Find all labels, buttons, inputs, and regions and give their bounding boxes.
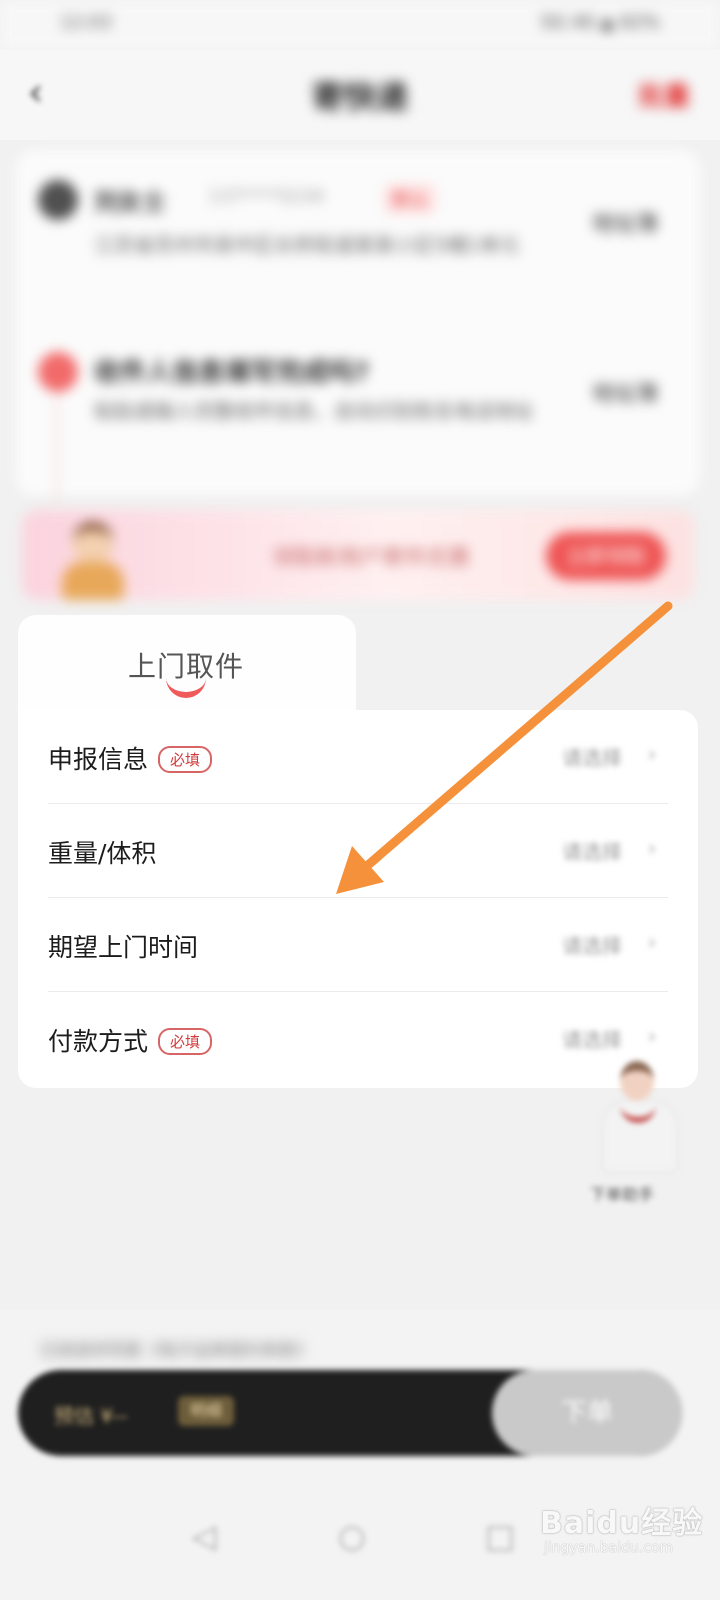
banner-button[interactable]: 立即领取 bbox=[546, 532, 666, 580]
status-icons: 5G 40 ▲ 62% bbox=[540, 12, 660, 33]
address-card: 刘女士 137****5234 默认 江苏省苏州市吴中区长桥街道某某小区5幢1单… bbox=[16, 150, 700, 500]
watermark-logo: Baidu经验 bbox=[540, 1506, 704, 1541]
status-time: 12:03 bbox=[60, 12, 112, 33]
chevron-right-icon: › bbox=[648, 1024, 656, 1048]
promo-banner[interactable]: 领取新用户寄件优惠 立即领取 bbox=[22, 510, 694, 600]
app-header: ‹ 寄快递 批量 bbox=[0, 50, 720, 140]
sender-name: 刘女士 bbox=[94, 188, 166, 216]
price-detail-button[interactable]: 明细 bbox=[178, 1396, 234, 1426]
sender-address-book-button[interactable]: 地址簿 bbox=[592, 206, 658, 238]
baidu-watermark: Baidu经验 jingyan.baidu.com bbox=[540, 1494, 710, 1574]
banner-text: 领取新用户寄件优惠 bbox=[272, 546, 471, 571]
receiver-row[interactable]: 收件人信息填写完成吗? 粘贴或输入完整收件信息，自动识别姓名电话地址 地址簿 bbox=[38, 346, 678, 466]
form-row-value: 请选择 bbox=[562, 934, 622, 958]
form-row-value: 请选择 bbox=[562, 1028, 622, 1052]
nav-back-icon[interactable]: ◁ bbox=[184, 1516, 224, 1556]
nav-recent-icon[interactable]: □ bbox=[480, 1516, 520, 1556]
chevron-right-icon: › bbox=[648, 742, 656, 766]
pickup-form: 申报信息 必填 请选择 › 重量/体积 请选择 › 期望上门时间 请选择 › 付款… bbox=[18, 710, 698, 1088]
form-row-value: 请选择 bbox=[562, 840, 622, 864]
assistant-float-button[interactable]: 下单助手 bbox=[580, 1055, 690, 1204]
status-bar: 12:03 5G 40 ▲ 62% bbox=[0, 0, 720, 50]
receiver-avatar-icon bbox=[38, 352, 78, 392]
sender-address: 江苏省苏州市吴中区长桥街道某某小区5幢1单元 bbox=[94, 233, 520, 257]
assistant-label: 下单助手 bbox=[590, 1185, 655, 1204]
batch-button[interactable]: 批量 bbox=[638, 76, 690, 113]
receiver-hint: 粘贴或输入完整收件信息，自动识别姓名电话地址 bbox=[94, 399, 534, 423]
submit-order-button[interactable]: 下单 bbox=[492, 1370, 682, 1456]
receiver-title: 收件人信息填写完成吗? bbox=[94, 358, 370, 388]
page-title: 寄快递 bbox=[311, 78, 408, 116]
nav-home-icon[interactable]: ○ bbox=[332, 1516, 372, 1556]
banner-character-icon bbox=[58, 518, 128, 600]
chevron-right-icon: › bbox=[648, 930, 656, 954]
required-badge: 必填 bbox=[158, 1028, 213, 1055]
sender-row[interactable]: 刘女士 137****5234 默认 江苏省苏州市吴中区长桥街道某某小区5幢1单… bbox=[38, 176, 678, 296]
form-row-declaration[interactable]: 申报信息 必填 请选择 › bbox=[48, 710, 668, 804]
form-row-label: 付款方式 必填 bbox=[48, 1022, 213, 1058]
checkout-bar: 预估 ¥-- 明细 下单 bbox=[18, 1370, 682, 1456]
form-row-label: 重量/体积 bbox=[48, 839, 157, 868]
receiver-address-book-button[interactable]: 地址簿 bbox=[592, 376, 658, 408]
sender-phone: 137****5234 bbox=[208, 186, 325, 207]
form-row-value: 请选择 bbox=[562, 746, 622, 770]
form-row-payment[interactable]: 付款方式 必填 请选择 › bbox=[48, 992, 668, 1086]
form-row-pickup-time[interactable]: 期望上门时间 请选择 › bbox=[48, 898, 668, 992]
form-row-weight[interactable]: 重量/体积 请选择 › bbox=[48, 804, 668, 898]
form-row-label: 期望上门时间 bbox=[48, 933, 199, 962]
form-row-label: 申报信息 必填 bbox=[48, 740, 213, 776]
sender-avatar-icon bbox=[38, 180, 78, 220]
default-badge: 默认 bbox=[384, 184, 436, 214]
required-badge: 必填 bbox=[158, 746, 213, 773]
agreement-note[interactable]: 已阅读并同意《电子运单契约条款》 bbox=[40, 1336, 312, 1361]
chevron-right-icon: › bbox=[648, 836, 656, 860]
price-estimate: 预估 ¥-- bbox=[54, 1404, 128, 1428]
watermark-url: jingyan.baidu.com bbox=[544, 1540, 674, 1556]
